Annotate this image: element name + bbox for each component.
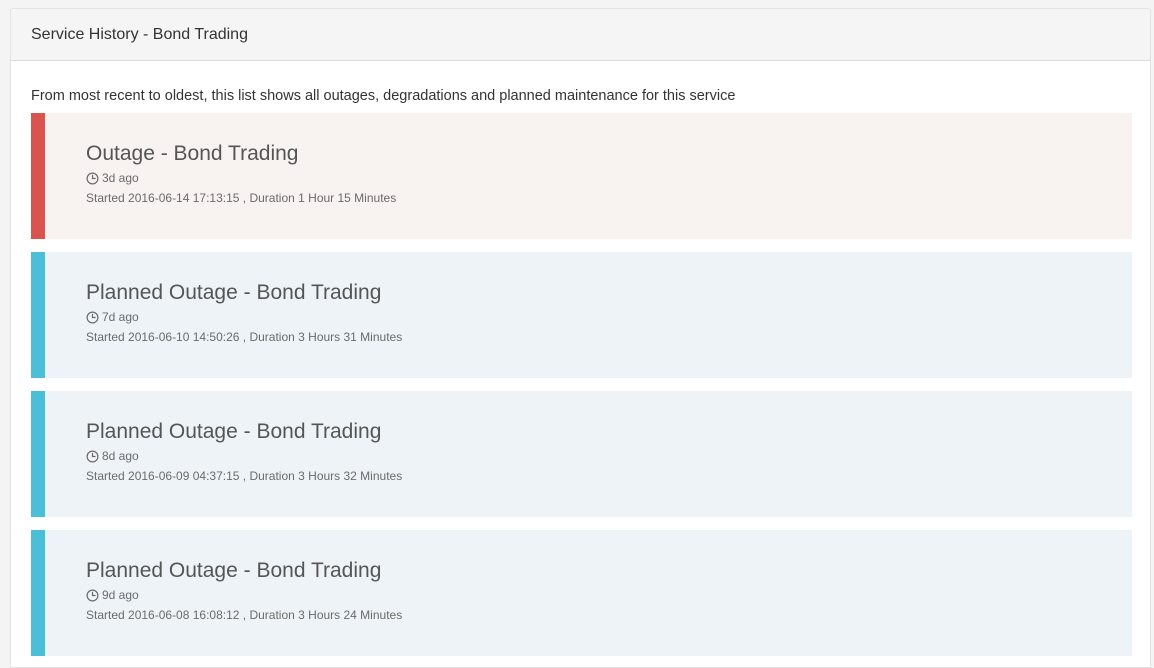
service-history-panel: Service History - Bond Trading From most… [10,8,1151,668]
time-ago-label: 9d ago [102,588,139,602]
incident-title[interactable]: Planned Outage - Bond Trading [86,418,1132,446]
incident-list: Outage - Bond Trading 3d ago Started 201… [31,113,1132,656]
time-ago-label: 8d ago [102,449,139,463]
incident-item[interactable]: Planned Outage - Bond Trading 8d ago Sta… [31,391,1132,517]
incident-time-ago: 9d ago [86,586,1132,604]
clock-icon [86,589,99,601]
incident-item[interactable]: Planned Outage - Bond Trading 9d ago Sta… [31,530,1132,656]
incident-time-ago: 3d ago [86,169,1132,187]
time-ago-label: 7d ago [102,310,139,324]
incident-details: Started 2016-06-10 14:50:26 , Duration 3… [86,330,403,344]
incident-title[interactable]: Outage - Bond Trading [86,140,1132,168]
incident-title[interactable]: Planned Outage - Bond Trading [86,279,1132,307]
incident-item[interactable]: Outage - Bond Trading 3d ago Started 201… [31,113,1132,239]
panel-heading: Service History - Bond Trading [11,9,1150,61]
clock-icon [86,450,99,462]
history-description: From most recent to oldest, this list sh… [31,88,736,104]
incident-details: Started 2016-06-09 04:37:15 , Duration 3… [86,469,403,483]
incident-title[interactable]: Planned Outage - Bond Trading [86,557,1132,585]
incident-details: Started 2016-06-08 16:08:12 , Duration 3… [86,608,403,622]
panel-body: From most recent to oldest, this list sh… [11,61,1150,656]
panel-title: Service History - Bond Trading [31,25,248,43]
incident-time-ago: 8d ago [86,447,1132,465]
incident-time-ago: 7d ago [86,308,1132,326]
time-ago-label: 3d ago [102,171,139,185]
clock-icon [86,172,99,184]
incident-item[interactable]: Planned Outage - Bond Trading 7d ago Sta… [31,252,1132,378]
clock-icon [86,311,99,323]
incident-details: Started 2016-06-14 17:13:15 , Duration 1… [86,191,397,205]
